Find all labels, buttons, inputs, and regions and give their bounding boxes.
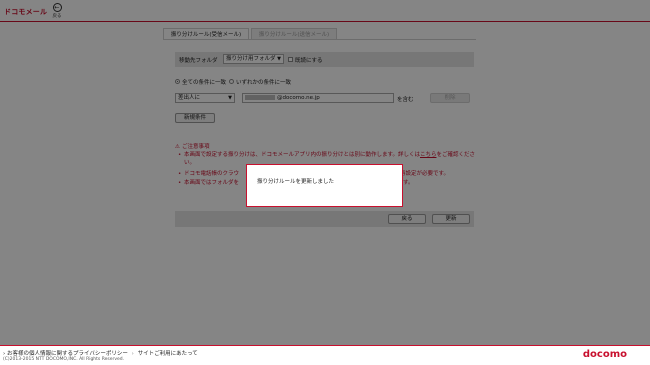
page: ドコモメール ← 戻る 振り分けルール(受信メール) 振り分けルール(送信メール…: [0, 0, 650, 365]
site-terms-link[interactable]: サイトご利用にあたって: [138, 351, 198, 357]
app-footer: › お客様の個人情報に関するプライバシーポリシー › サイトご利用にあたって (…: [0, 345, 650, 365]
dialog-message: 振り分けルールを更新しました: [257, 179, 335, 185]
footer-links: › お客様の個人情報に関するプライバシーポリシー › サイトご利用にあたって: [3, 349, 198, 357]
copyright: (C)2013-2015 NTT DOCOMO,INC. All Rights …: [3, 357, 125, 362]
update-complete-dialog[interactable]: 振り分けルールを更新しました: [246, 164, 403, 207]
footer-link-arrow-icon: ›: [131, 351, 134, 357]
docomo-brand-logo: docomo: [582, 349, 627, 360]
